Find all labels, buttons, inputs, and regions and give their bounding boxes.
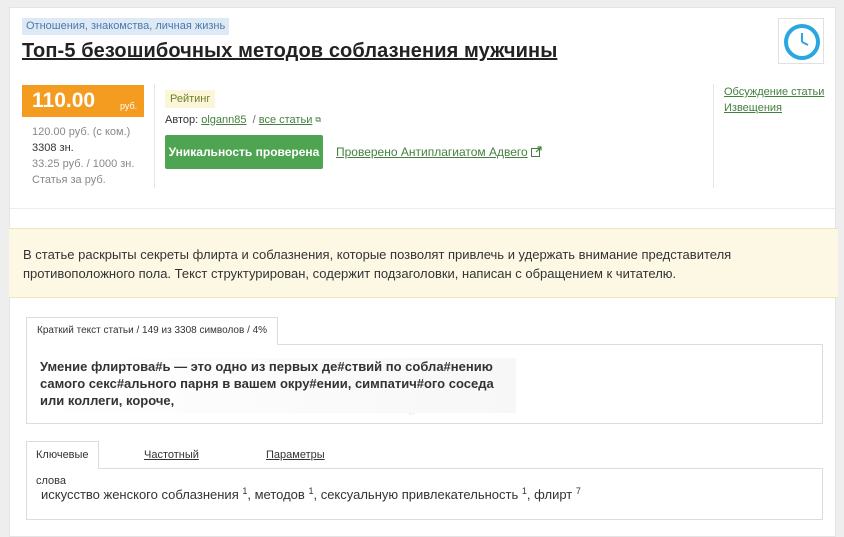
divider <box>154 84 155 188</box>
tab-frequency-dictionary[interactable]: Частотный словарь <box>144 442 199 487</box>
keyword-count: 1 <box>308 486 314 496</box>
rating-badge: Рейтинг <box>165 90 216 108</box>
price-details: 120.00 руб. (с ком.) 3308 зн. 33.25 руб.… <box>32 124 134 188</box>
price-with-commission: 120.00 руб. (с ком.) <box>32 126 131 138</box>
divider <box>10 208 835 209</box>
article-description: В статье раскрыты секреты флирта и собла… <box>9 228 838 298</box>
keyword-count: 1 <box>242 486 248 496</box>
keyword: искусство женского соблазнения <box>41 487 239 502</box>
price-currency: руб. <box>120 101 138 111</box>
price-badge: 110.00 руб. <box>22 85 144 117</box>
keyword: методов <box>254 487 305 502</box>
price-per-1000: 33.25 руб. / 1000 зн. <box>32 158 135 170</box>
article-card: Отношения, знакомства, личная жизнь Топ-… <box>9 7 838 537</box>
price-amount: 110.00 <box>32 89 96 112</box>
tab-keywords[interactable]: Ключевые слова <box>26 441 99 487</box>
keywords-panel: искусство женского соблазнения 1, методо… <box>26 468 823 520</box>
article-title[interactable]: Топ-5 безошибочных методов соблазнения м… <box>22 40 557 63</box>
price-note: Статья за руб. <box>32 174 106 186</box>
tab-excerpt[interactable]: Краткий текст статьи / 149 из 3308 симво… <box>26 317 279 345</box>
keywords-list: искусство женского соблазнения 1, методо… <box>41 486 581 502</box>
author-line: Автор: olgann85 / все статьи ⧉ <box>165 114 321 126</box>
separator: / <box>252 114 256 126</box>
tab-parameters[interactable]: Параметры <box>266 442 325 470</box>
divider <box>713 84 714 188</box>
external-link-icon: ⧉ <box>315 115 322 125</box>
excerpt-panel: advego.ru advego.ru Умение флиртова#ь — … <box>26 344 823 424</box>
discussion-link[interactable]: Обсуждение статьи <box>724 84 824 100</box>
keyword-count: 1 <box>521 486 527 496</box>
clock-icon <box>778 18 824 64</box>
author-label: Автор: <box>165 114 199 126</box>
external-link-icon <box>530 146 542 160</box>
char-count: 3308 зн. <box>32 142 74 154</box>
category-tag[interactable]: Отношения, знакомства, личная жизнь <box>22 18 230 35</box>
antiplagiat-link[interactable]: Проверено Антиплагиатом Адвего <box>336 145 542 160</box>
uniqueness-checked-button[interactable]: Уникальность проверена <box>165 135 323 169</box>
keyword: флирт <box>534 487 573 502</box>
keyword-count: 7 <box>575 486 581 496</box>
all-articles-link[interactable]: все статьи <box>259 114 313 126</box>
antiplagiat-link-label: Проверено Антиплагиатом Адвего <box>336 145 528 159</box>
author-link[interactable]: olgann85 <box>201 114 246 126</box>
keyword: сексуальную привлекательность <box>320 487 519 502</box>
notifications-link[interactable]: Извещения <box>724 100 824 116</box>
side-links: Обсуждение статьи Извещения <box>724 84 824 116</box>
excerpt-text: Умение флиртова#ь — это одно из первых д… <box>40 358 516 413</box>
